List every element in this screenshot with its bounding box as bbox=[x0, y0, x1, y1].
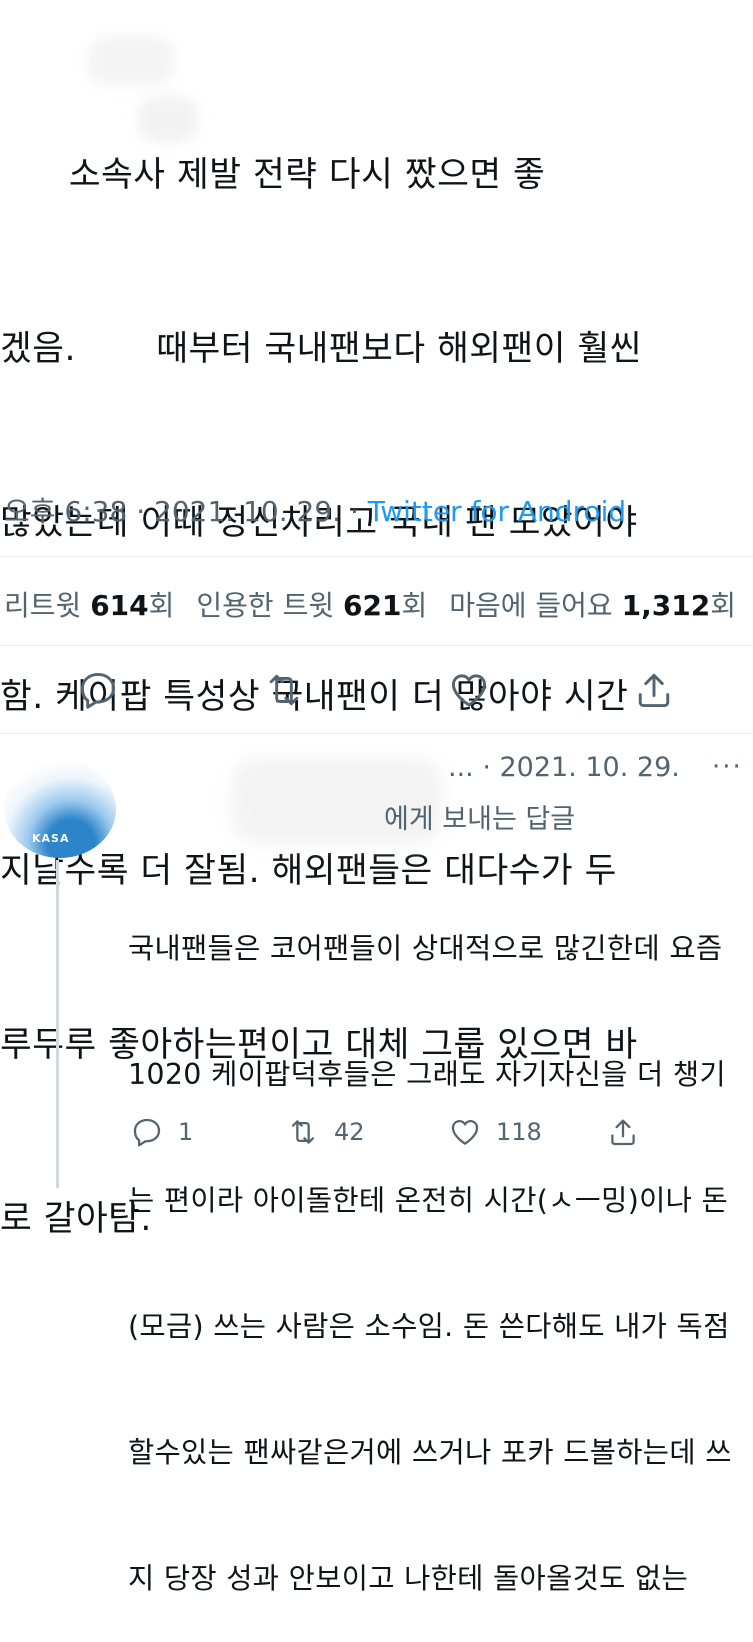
reply-text: 국내팬들은 코어팬들이 상대적으로 많긴한데 요즘 1020 케이팝덕후들은 그… bbox=[128, 844, 753, 1642]
reply-count: 1 bbox=[178, 1118, 194, 1146]
reply-reply-button[interactable]: 1 bbox=[130, 1112, 193, 1152]
retweet-icon bbox=[291, 1120, 315, 1144]
avatar[interactable]: KASA bbox=[4, 760, 116, 858]
reply-icon bbox=[133, 1118, 161, 1147]
tweet-source-link[interactable]: Twitter for Android bbox=[368, 495, 626, 528]
tweet-line: 소속사 제발 전략 다시 짰으면 좋 bbox=[0, 155, 546, 195]
share-icon bbox=[611, 1119, 635, 1146]
reply-retweet-button[interactable]: 42 bbox=[286, 1112, 365, 1152]
retweet-icon bbox=[269, 674, 299, 706]
reply-share-button[interactable] bbox=[606, 1112, 640, 1152]
redaction-blur bbox=[88, 36, 174, 86]
redaction-blur bbox=[138, 96, 198, 142]
like-stat[interactable]: 마음에 들어요 1,312회 bbox=[449, 589, 736, 622]
retweet-stat[interactable]: 리트윗 614회 bbox=[4, 589, 174, 622]
share-button[interactable] bbox=[632, 668, 676, 712]
quote-stat[interactable]: 인용한 트윗 621회 bbox=[196, 589, 427, 622]
divider bbox=[0, 645, 753, 646]
tweet-line: 겠음. 때부터 국내팬보다 해외팬이 훨씬 bbox=[0, 329, 642, 369]
more-options-icon[interactable]: ··· bbox=[712, 752, 743, 782]
tweet-meta: 오후 6:38 · 2021. 10. 29. · Twitter for An… bbox=[4, 495, 627, 528]
reply-line: 지 당장 성과 안보이고 나한테 돌아올것도 없는 bbox=[128, 1562, 689, 1595]
reply-like-button[interactable]: 118 bbox=[448, 1112, 542, 1152]
divider bbox=[0, 733, 753, 734]
reply-line: 국내팬들은 코어팬들이 상대적으로 많긴한데 요즘 bbox=[128, 932, 723, 965]
tweet-date[interactable]: 2021. 10. 29. bbox=[154, 495, 341, 528]
tweet-time[interactable]: 오후 6:38 bbox=[4, 495, 127, 528]
tweet-stats: 리트윗 614회 인용한 트윗 621회 마음에 들어요 1,312회 bbox=[4, 584, 736, 624]
retweet-count: 42 bbox=[334, 1118, 365, 1146]
retweet-button[interactable] bbox=[262, 668, 306, 712]
reply-line: 1020 케이팝덕후들은 그래도 자기자신을 더 챙기 bbox=[128, 1058, 726, 1091]
share-icon bbox=[638, 673, 670, 708]
reply-line: 는 편이라 아이돌한테 온전히 시간(ㅅㅡ밍)이나 돈 bbox=[128, 1184, 729, 1217]
reply-icon bbox=[80, 672, 116, 709]
reply-date[interactable]: ... · 2021. 10. 29. bbox=[448, 752, 680, 783]
heart-icon bbox=[451, 1119, 479, 1145]
heart-icon bbox=[451, 674, 487, 707]
divider bbox=[0, 556, 753, 557]
reply-line: (모금) 쓰는 사람은 소수임. 돈 쓴다해도 내가 독점 bbox=[128, 1310, 730, 1343]
replying-to: 에게 보내는 답글 bbox=[384, 804, 576, 835]
reply-line: 할수있는 팬싸같은거에 쓰거나 포카 드볼하는데 쓰 bbox=[128, 1436, 732, 1469]
like-count: 118 bbox=[496, 1118, 542, 1146]
like-button[interactable] bbox=[447, 668, 491, 712]
reply-button[interactable] bbox=[76, 668, 120, 712]
thread-line bbox=[56, 860, 59, 1188]
